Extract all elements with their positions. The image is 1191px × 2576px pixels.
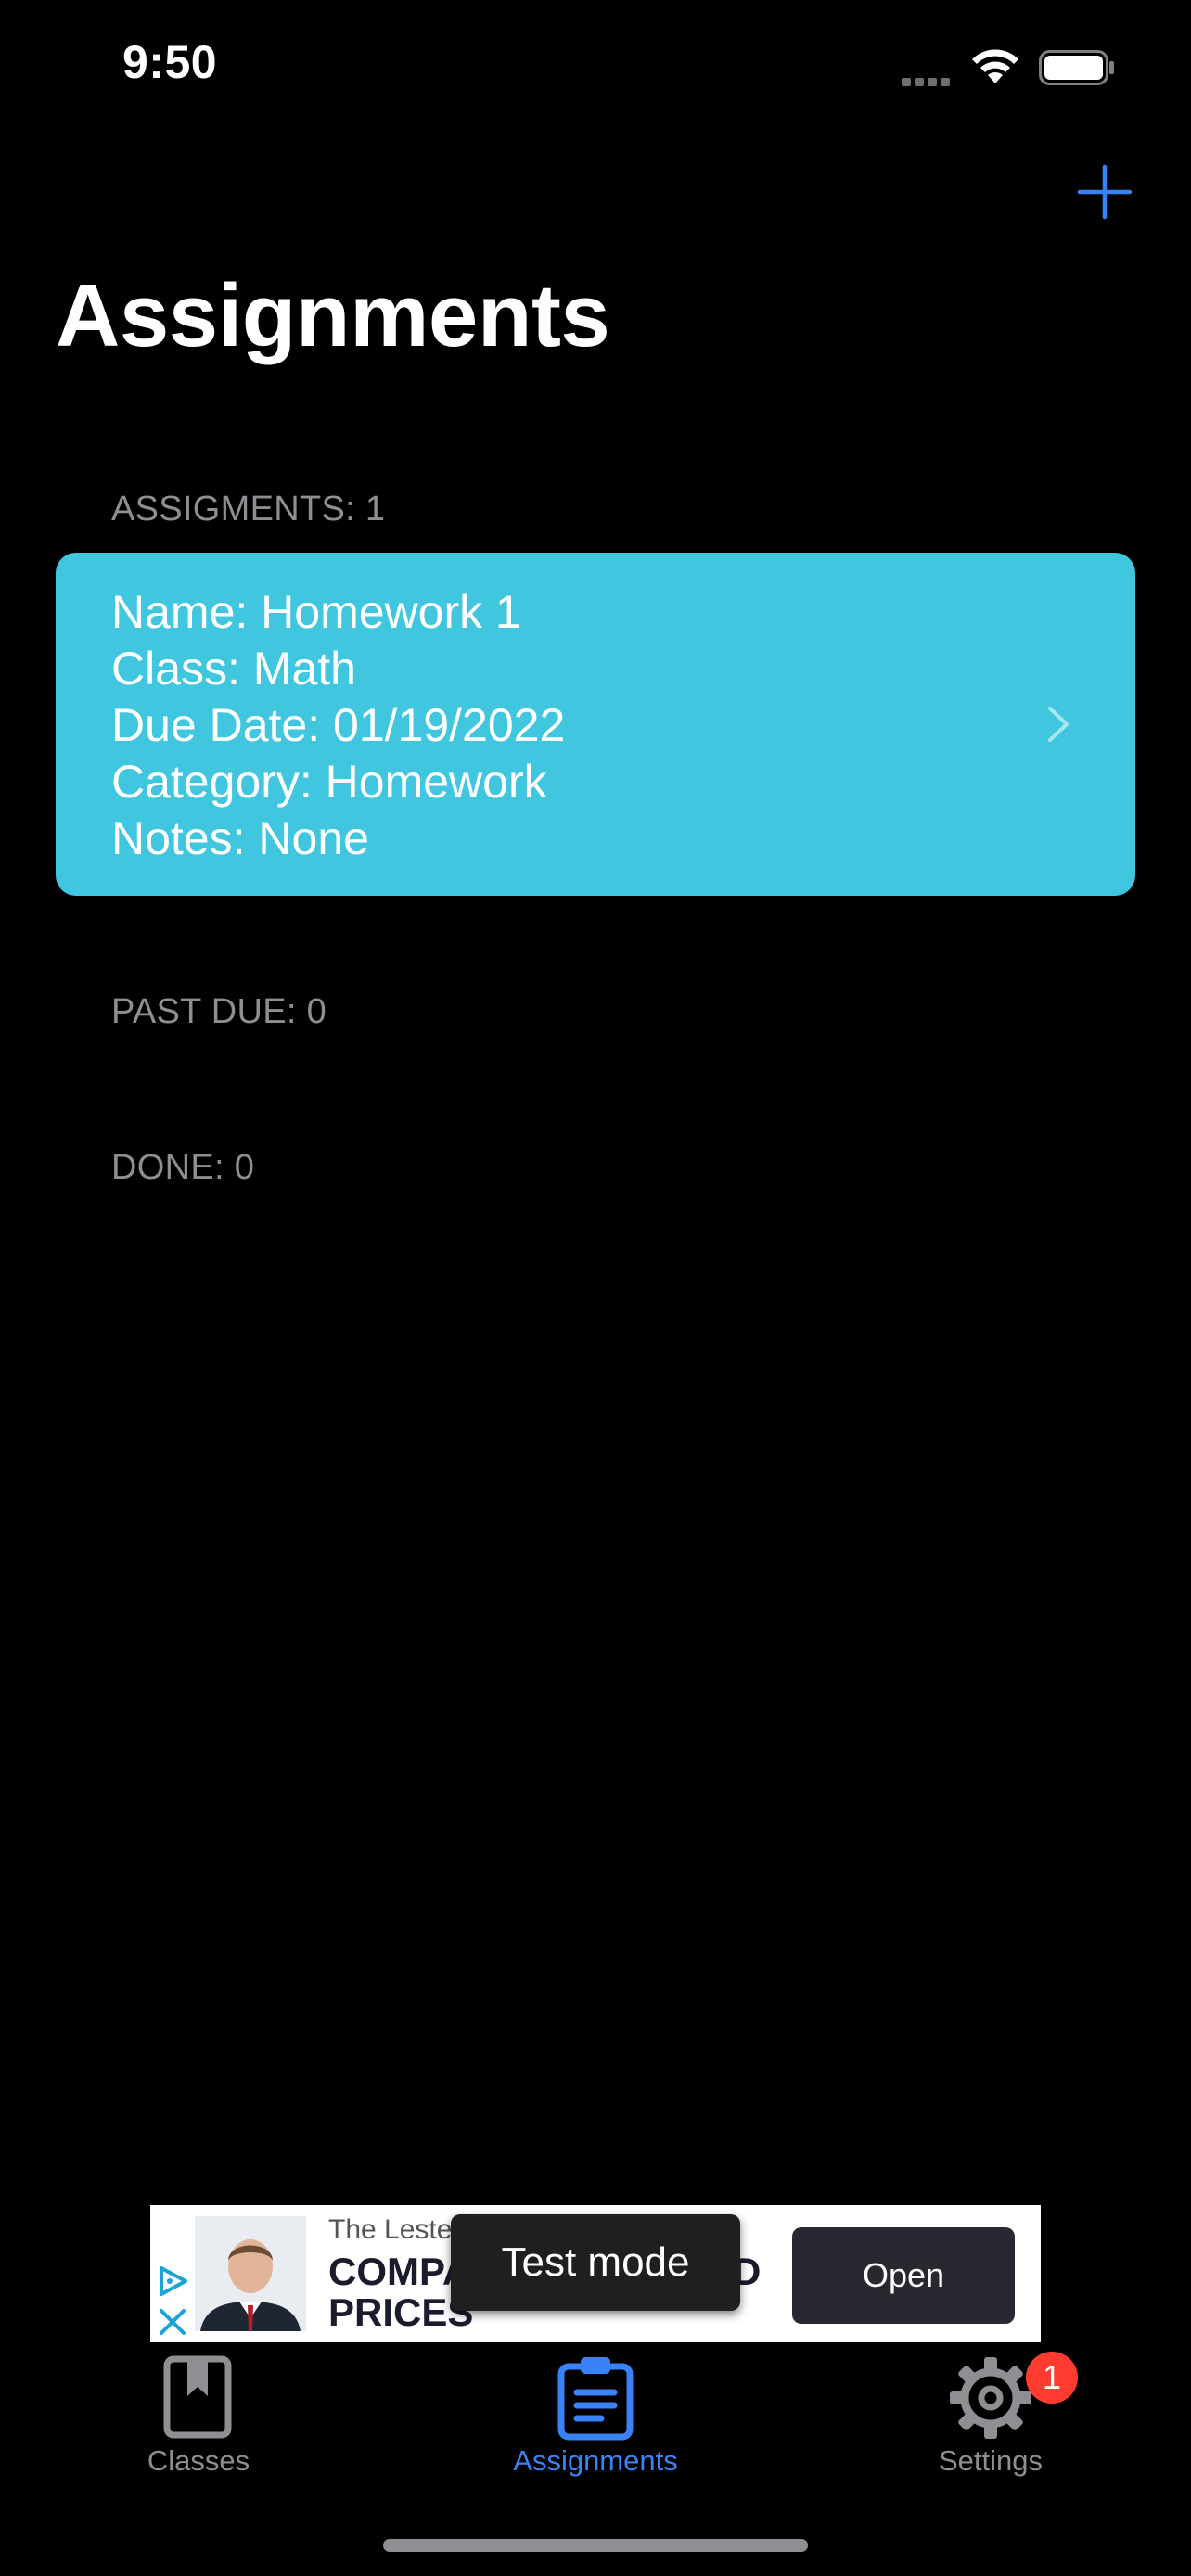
ad-advertiser: The Lester <box>328 2214 462 2245</box>
ad-open-button[interactable]: Open <box>792 2227 1015 2324</box>
assignment-class: Class: Math <box>111 643 356 695</box>
done-section-header: DONE: 0 <box>111 1148 255 1187</box>
assignment-category: Category: Homework <box>111 756 547 808</box>
assignment-card[interactable]: Name: Homework 1 Class: Math Due Date: 0… <box>56 553 1135 896</box>
plus-icon <box>1077 164 1133 220</box>
tab-classes-label: Classes <box>147 2444 250 2477</box>
tab-classes[interactable]: Classes <box>78 2352 319 2477</box>
tab-assignments-label: Assignments <box>513 2444 678 2477</box>
add-assignment-button[interactable] <box>1076 163 1133 221</box>
chevron-right-icon <box>1048 707 1069 742</box>
assignment-name: Name: Homework 1 <box>111 586 521 638</box>
ad-close-icon[interactable] <box>158 2307 187 2337</box>
cellular-signal-icon <box>902 74 957 86</box>
battery-icon <box>1039 50 1114 85</box>
assignments-section-header: ASSIGMENTS: 1 <box>111 490 386 529</box>
settings-badge: 1 <box>1026 2352 1078 2404</box>
ad-photo <box>195 2216 306 2331</box>
home-indicator[interactable] <box>383 2539 808 2552</box>
page-title: Assignments <box>56 266 610 365</box>
tab-assignments[interactable]: Assignments <box>475 2352 716 2477</box>
clipboard-icon <box>557 2357 634 2441</box>
gear-icon <box>950 2357 1031 2439</box>
status-time: 9:50 <box>122 36 218 88</box>
book-icon <box>163 2355 232 2439</box>
tab-settings-label: Settings <box>938 2444 1043 2477</box>
assignment-due-date: Due Date: 01/19/2022 <box>111 699 566 751</box>
test-mode-label: Test mode <box>451 2214 740 2311</box>
wifi-icon <box>972 49 1018 83</box>
assignment-details: Name: Homework 1 Class: Math Due Date: 0… <box>111 584 565 867</box>
past-due-section-header: PAST DUE: 0 <box>111 992 327 1031</box>
assignment-notes: Notes: None <box>111 812 369 864</box>
adchoices-icon[interactable] <box>154 2263 191 2300</box>
